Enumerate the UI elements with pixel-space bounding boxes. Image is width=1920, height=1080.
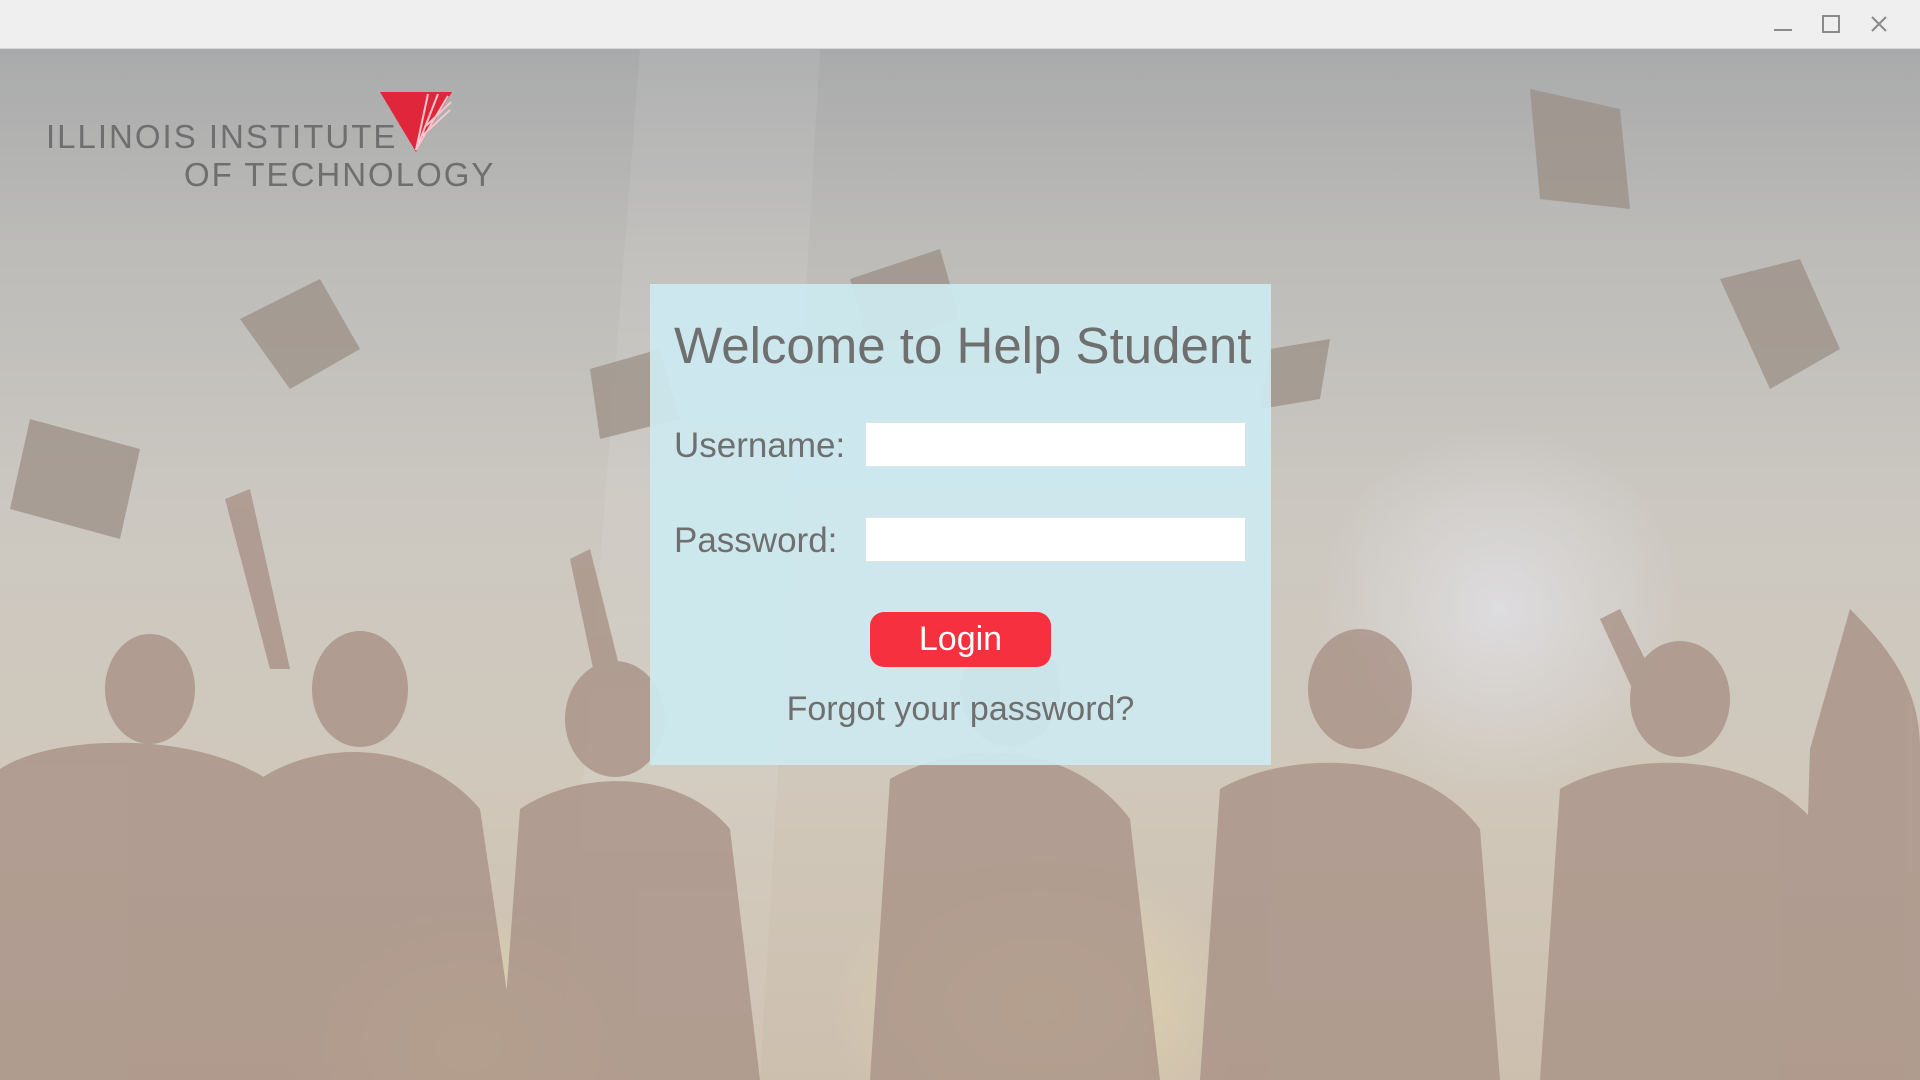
forgot-password-link[interactable]: Forgot your password?: [650, 690, 1271, 729]
username-label: Username:: [674, 426, 846, 465]
maximize-button[interactable]: [1811, 4, 1851, 44]
login-button[interactable]: Login: [870, 612, 1051, 667]
institute-logo: ILLINOIS INSTITUTE OF TECHNOLOGY: [44, 88, 504, 198]
close-icon: [1871, 16, 1887, 32]
minimize-icon: [1774, 29, 1792, 31]
password-input[interactable]: [865, 517, 1246, 562]
minimize-button[interactable]: [1763, 4, 1803, 44]
login-panel: Welcome to Help Student Username: Passwo…: [650, 284, 1271, 765]
password-label: Password:: [674, 521, 838, 560]
username-input[interactable]: [865, 422, 1246, 467]
logo-triangle-icon: [380, 92, 452, 152]
logo-text-line2: OF TECHNOLOGY: [184, 156, 496, 193]
window-title-bar: [0, 0, 1920, 49]
maximize-icon: [1822, 15, 1840, 33]
logo-text-line1: ILLINOIS INSTITUTE: [46, 118, 398, 155]
close-button[interactable]: [1859, 4, 1899, 44]
welcome-heading: Welcome to Help Student: [674, 317, 1252, 374]
